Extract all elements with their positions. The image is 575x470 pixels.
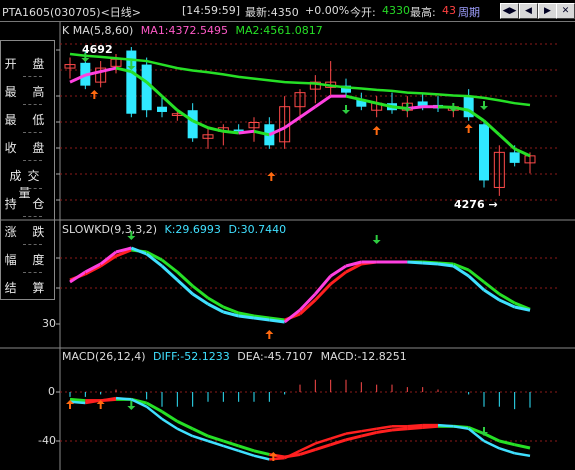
ma1-segment xyxy=(207,126,224,133)
ma1-segment xyxy=(314,94,332,108)
sell-arrow-icon xyxy=(480,101,488,110)
k-line-segment xyxy=(253,316,270,322)
sell-arrow-icon xyxy=(342,105,350,114)
d-line-segment xyxy=(161,258,179,274)
candle-down xyxy=(141,64,152,111)
dea-line-segment xyxy=(345,434,362,442)
diff-label: DIFF:-52.1233 xyxy=(153,350,230,363)
dea-line-segment xyxy=(192,427,209,438)
k-line-segment xyxy=(407,260,423,265)
dea-line-segment xyxy=(483,432,500,443)
dea-line-segment xyxy=(207,434,224,443)
candle-down xyxy=(233,129,244,132)
candle-down xyxy=(187,110,198,139)
diff-line-segment xyxy=(192,434,209,443)
dea-line-segment xyxy=(222,439,240,448)
diff-line-segment xyxy=(361,427,377,433)
dea-line-segment xyxy=(514,443,531,450)
ma1-segment xyxy=(345,94,362,102)
dea-label: DEA:-45.7107 xyxy=(237,350,314,363)
ma1-segment xyxy=(498,133,516,150)
sell-arrow-icon xyxy=(127,401,136,410)
macd-axis-tick-neg40: -40 xyxy=(38,434,56,447)
k-line-segment xyxy=(69,270,87,284)
dea-line-segment xyxy=(176,420,194,431)
dea-line-segment xyxy=(314,443,332,452)
k-line-segment xyxy=(160,264,179,282)
dea-line-segment xyxy=(253,449,270,456)
macd-label: MACD:-12.8251 xyxy=(320,350,407,363)
k-line-segment xyxy=(269,318,285,324)
diff-line-segment xyxy=(483,439,500,450)
k-label: K:29.6993 xyxy=(164,223,221,236)
diff-line-segment xyxy=(376,425,393,430)
dea-line-segment xyxy=(498,439,516,447)
diff-line-segment xyxy=(269,456,285,461)
d-line-segment xyxy=(467,268,485,284)
buy-arrow-icon xyxy=(265,330,274,339)
buy-arrow-icon xyxy=(267,172,276,181)
ma1-segment xyxy=(223,129,239,135)
dea-line-segment xyxy=(407,426,423,431)
candle-down xyxy=(157,106,167,112)
macd-indicator-title: MACD(26,12,4) DIFF:-52.1233 DEA:-45.7107… xyxy=(62,350,407,363)
k-line-segment xyxy=(437,262,454,268)
dea-line-segment xyxy=(360,430,378,438)
dea-line-segment xyxy=(238,444,255,453)
ma1-segment xyxy=(100,66,117,74)
ma1-segment xyxy=(299,105,317,119)
diff-line-segment xyxy=(498,447,516,455)
ma1-label: MA1:4372.5495 xyxy=(140,24,229,37)
ma1-segment xyxy=(238,129,255,135)
diff-line-segment xyxy=(314,437,332,445)
d-label: D:30.7440 xyxy=(228,223,287,236)
candle-down xyxy=(479,124,489,181)
dea-line-segment xyxy=(391,427,408,432)
k-line-segment xyxy=(422,261,439,266)
diff-line-segment xyxy=(514,452,531,458)
main-indicator-title: K MA(5,8,60) MA1:4372.5495 MA2:4561.0817 xyxy=(62,24,323,37)
diff-line-segment xyxy=(176,427,194,438)
buy-arrow-icon xyxy=(90,90,99,99)
diff-line-segment xyxy=(345,429,362,435)
low-mark: 4276 → xyxy=(454,198,498,211)
buy-arrow-icon xyxy=(464,124,473,133)
diff-line-segment xyxy=(407,423,423,428)
diff-line-segment xyxy=(437,423,454,428)
candle-down xyxy=(509,152,520,163)
ma2-label: MA2:4561.0817 xyxy=(235,24,323,37)
dea-line-segment xyxy=(69,397,86,403)
dea-line-segment xyxy=(330,438,347,447)
diff-line-segment xyxy=(330,432,347,440)
macd-axis-tick-0: 0 xyxy=(48,385,55,398)
sell-arrow-icon xyxy=(372,235,381,244)
diff-line-segment xyxy=(253,454,270,461)
k-line-segment xyxy=(238,314,255,320)
ma1-segment xyxy=(437,105,454,109)
high-mark: 4692 xyxy=(82,43,113,56)
dea-line-segment xyxy=(376,428,393,434)
buy-arrow-icon xyxy=(372,126,381,135)
kd-axis-tick: 30 xyxy=(42,317,56,330)
dea-line-segment xyxy=(422,424,439,430)
diff-line-segment xyxy=(115,396,132,401)
kd-indicator-title: SLOWKD(9,3,3,2) K:29.6993 D:30.7440 xyxy=(62,223,287,236)
